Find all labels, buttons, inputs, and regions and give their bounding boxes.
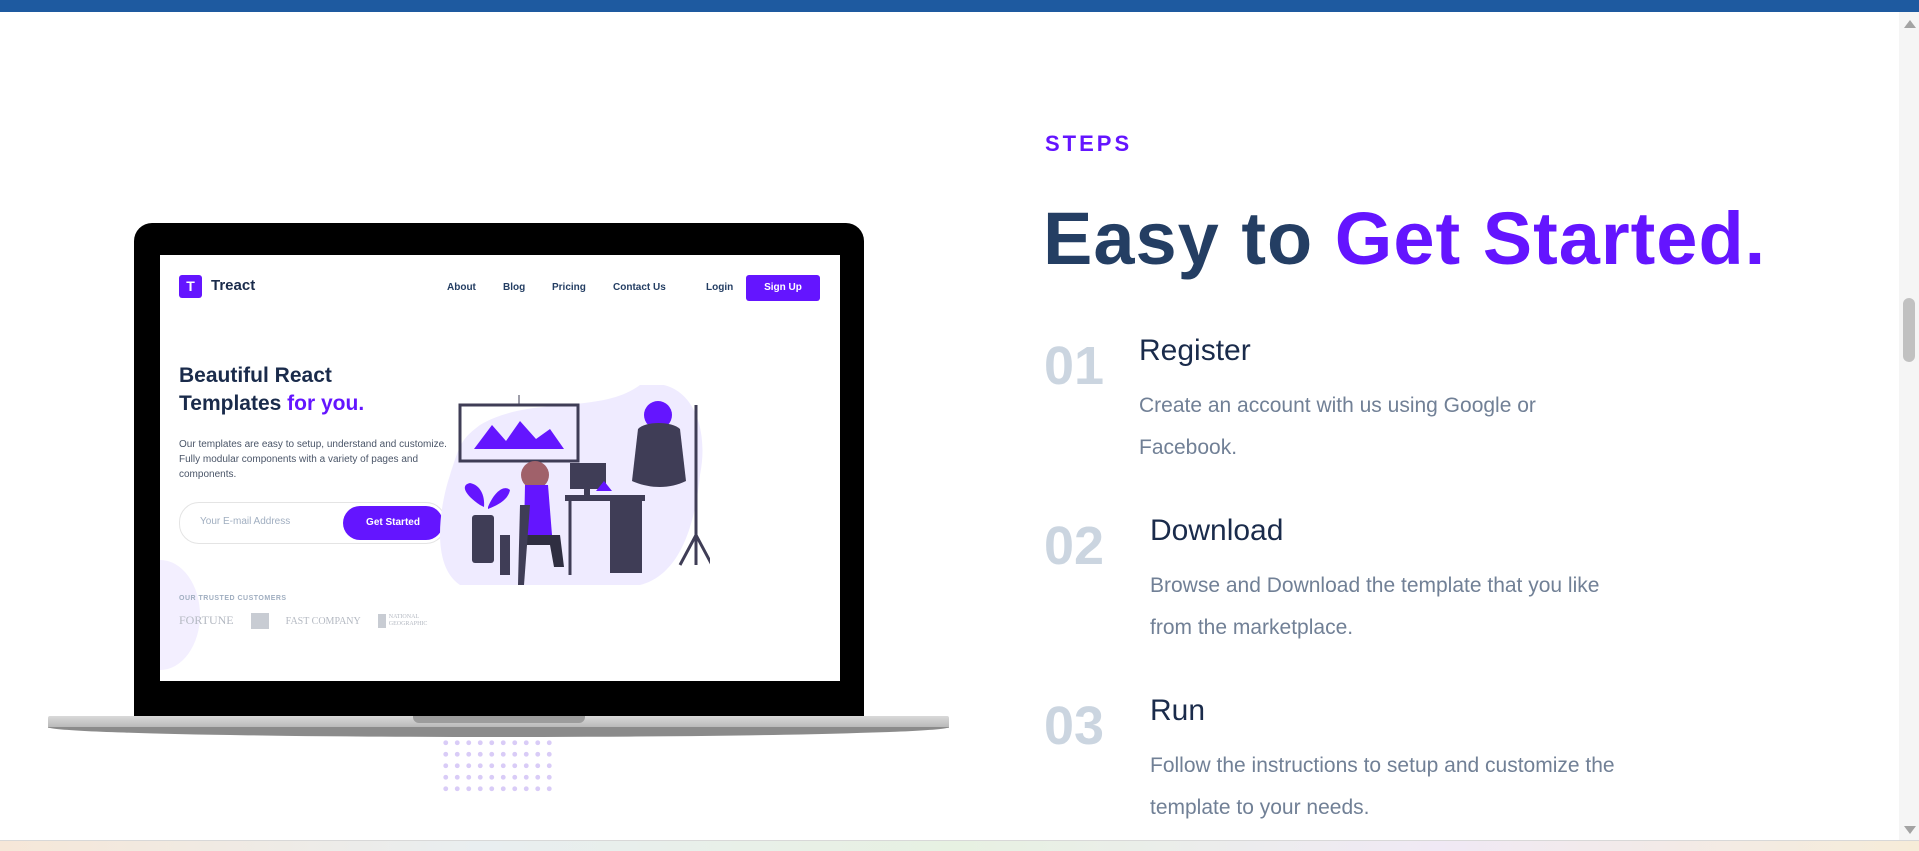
national-geographic-logo: NATIONAL GEOGRAPHIC [377, 614, 437, 629]
browser-top-bar [0, 0, 1919, 12]
preview-get-started-button: Get Started [343, 506, 443, 540]
vertical-scrollbar[interactable] [1899, 12, 1919, 840]
preview-nav-blog: Blog [503, 282, 526, 293]
scrollbar-thumb[interactable] [1903, 298, 1915, 362]
workspace-illustration [440, 385, 710, 585]
step-number: 03 [1044, 696, 1105, 756]
preview-logo-icon: T [179, 275, 202, 298]
preview-login: Login [706, 282, 734, 293]
step-number: 01 [1044, 336, 1105, 396]
section-label: STEPS [1045, 131, 1133, 156]
newspaper-logo-icon [250, 613, 269, 630]
taskbar-strip [0, 840, 1919, 851]
laptop-screen: T Treact About Blog Pricing Contact Us L… [160, 255, 840, 681]
preview-email-form: Your E-mail Address Get Started [179, 502, 446, 544]
step-description: Follow the instructions to setup and cus… [1150, 754, 1615, 819]
step-description: Create an account with us using Google o… [1139, 394, 1536, 459]
preview-nav-pricing: Pricing [552, 282, 586, 293]
decorative-dots [440, 737, 556, 797]
preview-signup-button: Sign Up [746, 275, 820, 301]
step-title: Run [1150, 694, 1206, 727]
fast-company-logo: FAST COMPANY [285, 616, 361, 627]
preview-email-input: Your E-mail Address [200, 516, 291, 527]
preview-description: Our templates are easy to setup, underst… [179, 439, 447, 480]
scroll-down-arrow-icon[interactable] [1904, 826, 1916, 834]
step-title: Download [1150, 514, 1284, 547]
preview-trusted-label: OUR TRUSTED CUSTOMERS [179, 595, 287, 602]
preview-nav-about: About [447, 282, 476, 293]
scroll-up-arrow-icon[interactable] [1904, 20, 1916, 28]
preview-brand: Treact [211, 277, 256, 294]
laptop-notch [413, 716, 585, 723]
preview-nav-contact: Contact Us [613, 282, 666, 293]
preview-customer-logos: FORTUNE FAST COMPANY NATIONAL GEOGRAPHIC [179, 613, 451, 630]
laptop-foot [48, 727, 949, 737]
step-number: 02 [1044, 516, 1105, 576]
step-description: Browse and Download the template that yo… [1150, 574, 1600, 639]
preview-headline: Beautiful React Templates for you. [179, 364, 365, 415]
fortune-logo: FORTUNE [179, 613, 234, 627]
step-title: Register [1139, 334, 1251, 367]
section-heading: Easy to Get Started. [1043, 197, 1767, 280]
